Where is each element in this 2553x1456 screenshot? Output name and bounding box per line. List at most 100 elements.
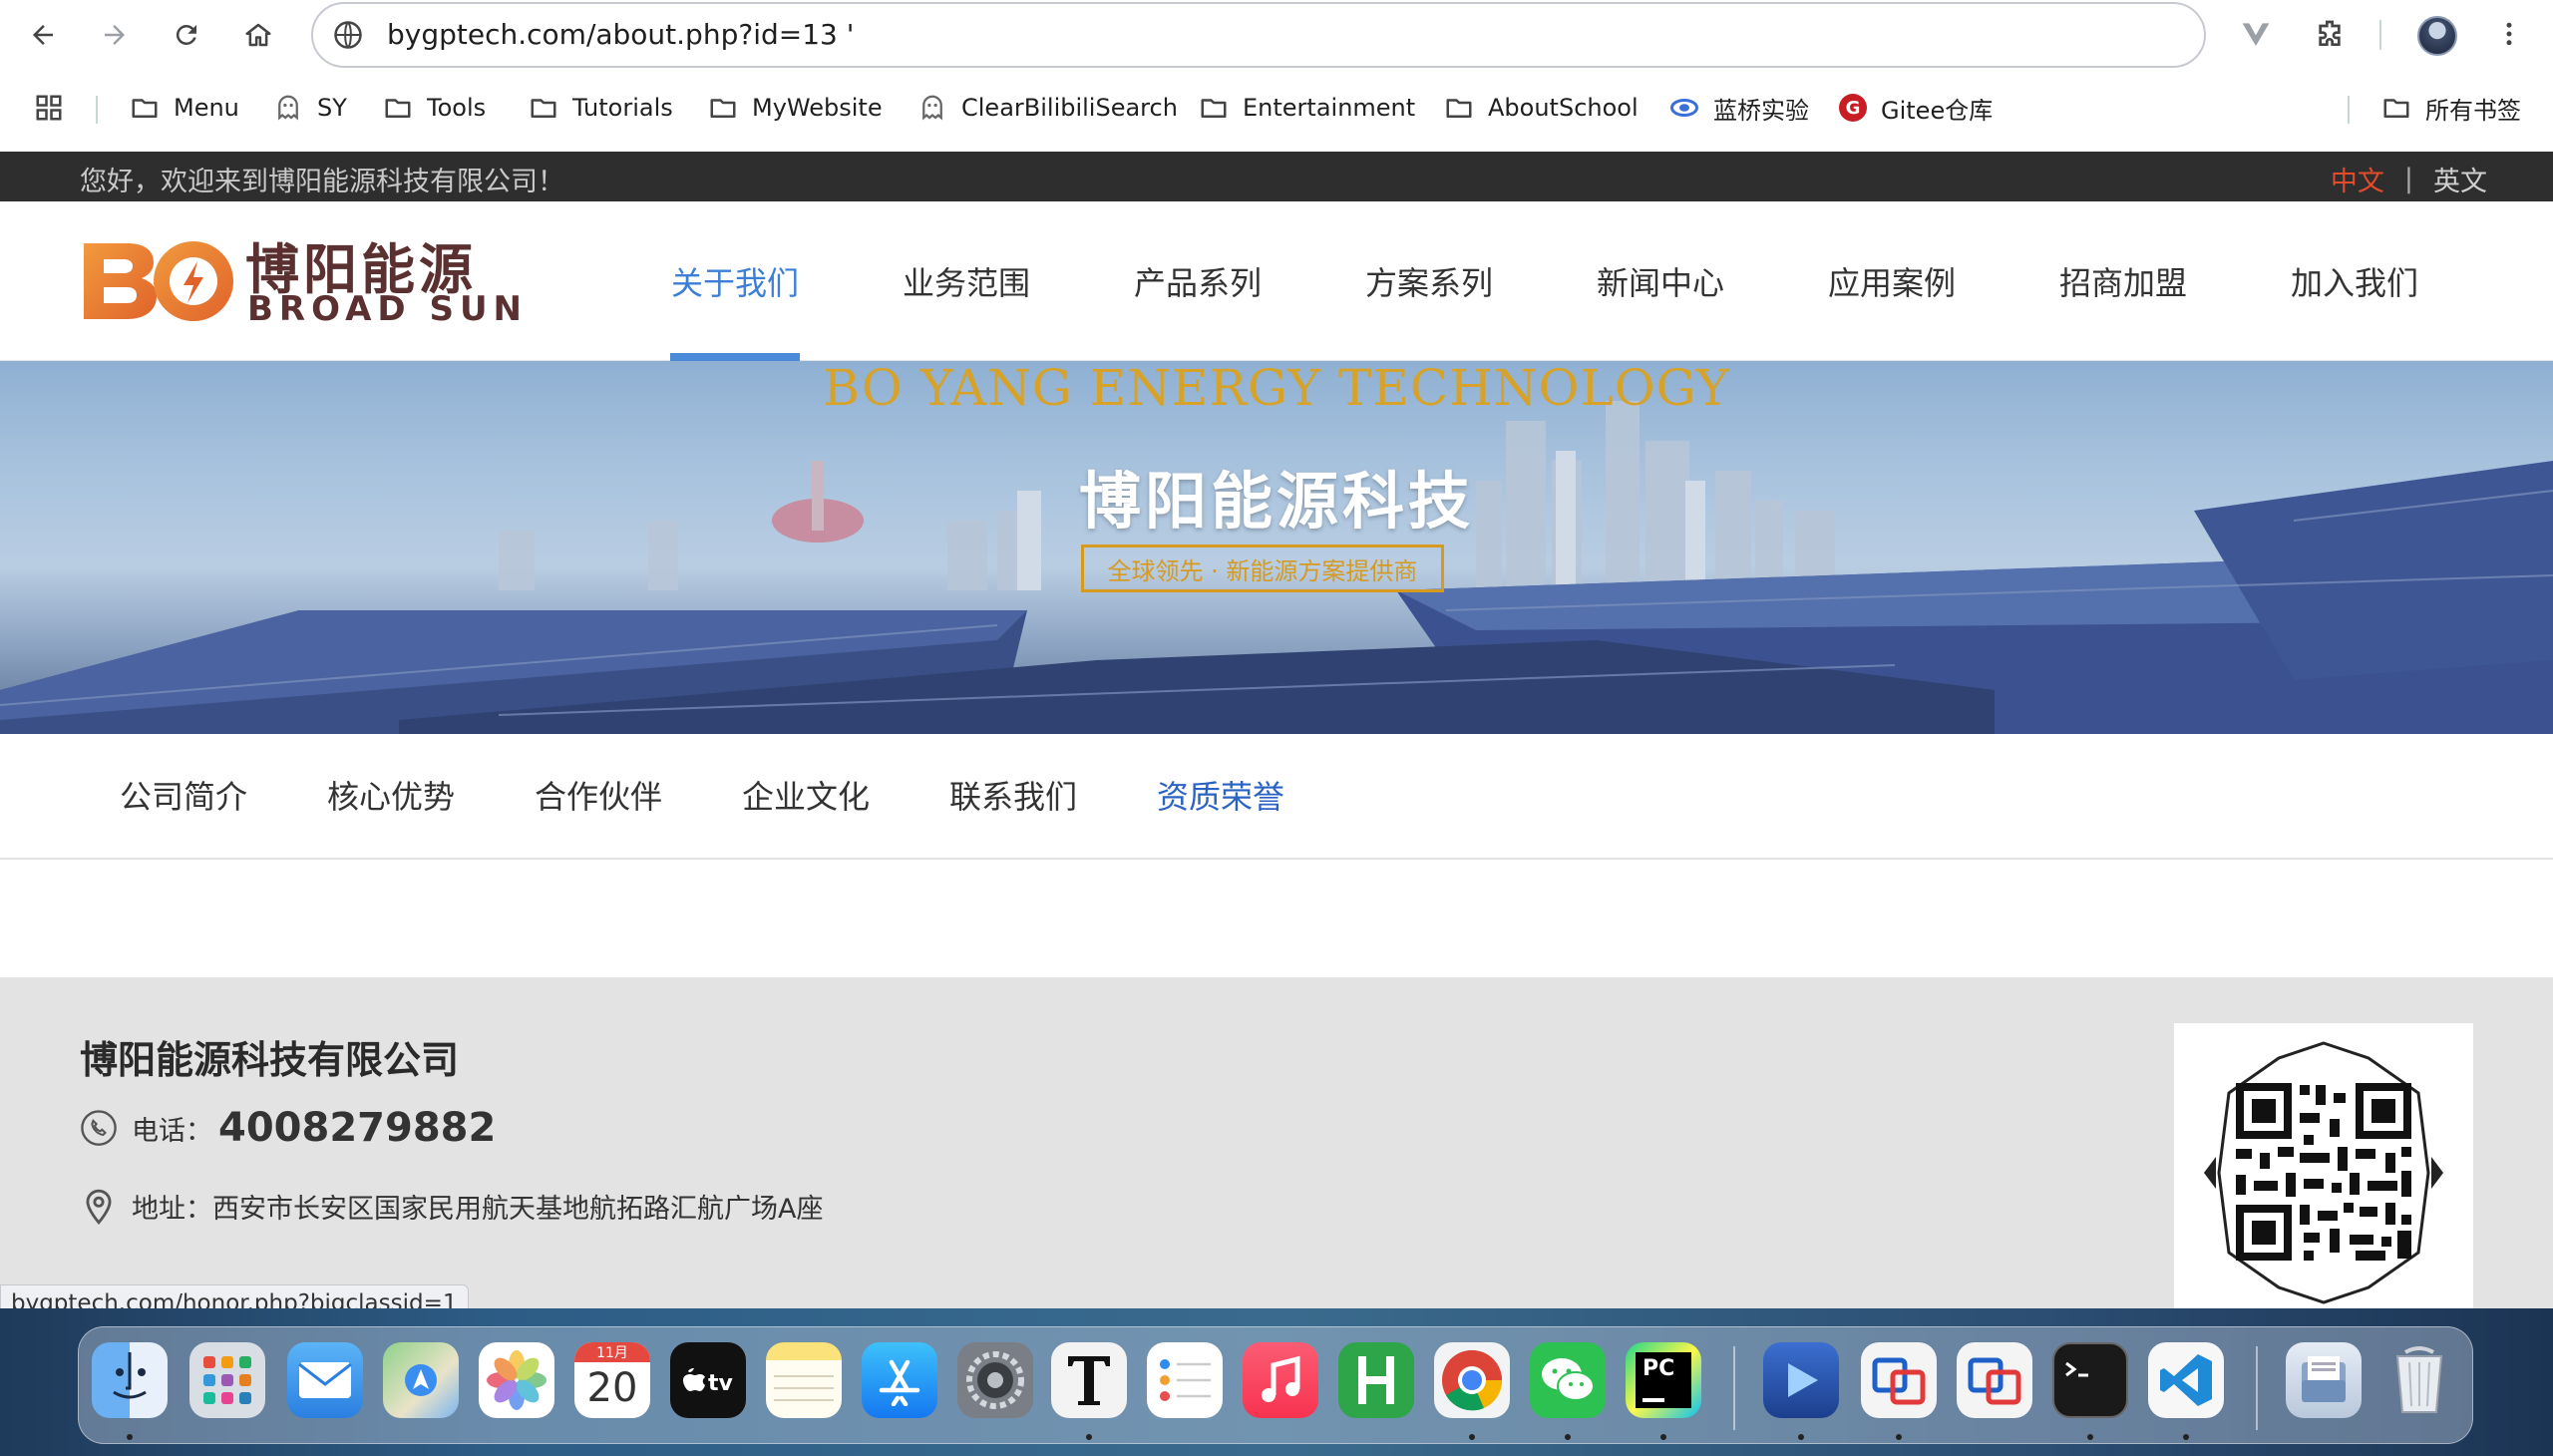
url-text[interactable]: bygptech.com/about.php?id=13 ' [387,18,854,51]
chrome-icon[interactable] [1434,1342,1510,1418]
arrow-left-icon [33,25,53,45]
nav-business-scope[interactable]: 业务范围 [862,201,1093,361]
vmware-fusion-icon[interactable] [1861,1342,1937,1418]
running-indicator [1660,1434,1666,1440]
arrow-right-icon [105,25,125,45]
music-icon[interactable] [1243,1342,1318,1418]
folder-icon [1201,99,1227,118]
quicktime-icon[interactable] [1763,1342,1839,1418]
forward-button[interactable] [92,12,138,58]
location-pin-icon [86,1189,112,1225]
bookmark-lanqiao[interactable]: 蓝桥实验 [1669,88,1809,128]
site-info-icon[interactable] [333,20,363,50]
language-switcher: 中文 | 英文 [2331,160,2487,198]
reload-button[interactable] [164,12,209,58]
maps-icon[interactable] [383,1342,459,1418]
nav-solutions[interactable]: 方案系列 [1324,201,1556,361]
running-indicator [127,1434,133,1440]
footer-company-name: 博阳能源科技有限公司 [80,1038,460,1082]
address-bar[interactable]: bygptech.com/about.php?id=13 ' [311,2,2206,68]
apps-grid-icon [36,95,62,121]
lang-english-link[interactable]: 英文 [2433,160,2487,198]
subnav-company-profile[interactable]: 公司简介 [120,772,247,818]
folder-icon [1446,99,1472,118]
nav-products[interactable]: 产品系列 [1093,201,1324,361]
bookmark-entertainment[interactable]: Entertainment [1199,88,1415,128]
home-button[interactable] [235,12,281,58]
lang-chinese-link[interactable]: 中文 [2331,160,2384,198]
banner-tagline: 全球领先 · 新能源方案提供商 [1081,545,1444,592]
subnav-honors[interactable]: 资质荣誉 [1157,772,1284,818]
extensions-button[interactable] [2310,14,2350,54]
mail-icon[interactable] [287,1342,363,1418]
typora-icon[interactable] [1051,1342,1127,1418]
nav-franchise[interactable]: 招商加盟 [2018,201,2250,361]
calendar-icon[interactable]: 11月 20 [574,1342,650,1418]
bookmark-sy[interactable]: SY [273,88,347,128]
profile-avatar[interactable] [2417,16,2457,56]
downloads-folder-icon[interactable] [2286,1342,2362,1418]
running-indicator [1086,1434,1092,1440]
bookmark-menu[interactable]: Menu [130,88,239,128]
apple-tv-icon[interactable]: tv [670,1342,746,1418]
ghost-icon [278,95,298,121]
extension-v-button[interactable] [2236,14,2276,54]
footer-phone: 电话： 4008279882 [80,1105,496,1151]
welcome-bar: 您好，欢迎来到博阳能源科技有限公司！ 中文 | 英文 [0,152,2553,201]
app-store-icon[interactable] [862,1342,937,1418]
running-indicator [1798,1434,1804,1440]
browser-menu-button[interactable] [2489,14,2529,54]
finder-icon[interactable] [92,1342,168,1418]
folder-icon [710,99,736,118]
vmware-icon[interactable] [1957,1342,2032,1418]
subnav-corporate-culture[interactable]: 企业文化 [742,772,870,818]
nav-join-us[interactable]: 加入我们 [2250,201,2481,361]
pycharm-icon[interactable]: PC [1626,1342,1701,1418]
trash-icon[interactable] [2381,1342,2457,1418]
running-indicator [1896,1434,1902,1440]
lang-separator: | [2403,164,2413,194]
bookmark-tutorials[interactable]: Tutorials [529,88,673,128]
folder-icon [531,99,556,118]
hero-banner: BO YANG ENERGY TECHNOLOGY 博阳能源科技 全球领先 · … [0,361,2553,734]
running-indicator [1565,1434,1571,1440]
hbuilder-icon[interactable] [1338,1342,1414,1418]
bookmark-aboutschool[interactable]: AboutSchool [1444,88,1639,128]
nav-cases[interactable]: 应用案例 [1787,201,2018,361]
logo-english-text[interactable]: BROAD SUN [247,289,528,329]
all-bookmarks-button[interactable]: 所有书签 [2381,88,2521,128]
terminal-icon[interactable] [2052,1342,2128,1418]
phone-number: 4008279882 [218,1105,497,1151]
subnav-partners[interactable]: 合作伙伴 [535,772,662,818]
reminders-icon[interactable] [1147,1342,1223,1418]
system-settings-icon[interactable] [957,1342,1033,1418]
broad-sun-logo-icon[interactable] [80,235,239,327]
phone-icon [81,1110,117,1146]
bookmark-tools[interactable]: Tools [383,88,486,128]
notes-icon[interactable] [766,1342,842,1418]
vscode-icon[interactable] [2148,1342,2224,1418]
welcome-text: 您好，欢迎来到博阳能源科技有限公司！ [80,167,564,197]
bookmark-clearbilibilisearch[interactable]: ClearBilibiliSearch [917,88,1178,128]
about-subnav: 公司简介 核心优势 合作伙伴 企业文化 联系我们 资质荣誉 [0,734,2553,860]
svg-text:tv: tv [708,1371,734,1395]
browser-chrome: bygptech.com/about.php?id=13 ' Menu SY T… [0,0,2553,152]
web-page: 您好，欢迎来到博阳能源科技有限公司！ 中文 | 英文 博阳能源 BROAD SU… [0,152,2553,1308]
nav-news-center[interactable]: 新闻中心 [1556,201,1787,361]
main-nav: 关于我们 业务范围 产品系列 方案系列 新闻中心 应用案例 招商加盟 加入我们 [630,201,2481,361]
apps-button[interactable] [34,88,64,128]
toolbar-divider [2379,20,2381,50]
wechat-icon[interactable] [1530,1342,1606,1418]
photos-icon[interactable] [479,1342,554,1418]
launchpad-icon[interactable] [189,1342,265,1418]
running-indicator [1469,1434,1475,1440]
site-footer: 博阳能源科技有限公司 电话： 4008279882 地址： 西安市长安区国家民用… [0,977,2553,1308]
subnav-contact-us[interactable]: 联系我们 [949,772,1077,818]
dock-separator [1733,1346,1735,1430]
bookmark-mywebsite[interactable]: MyWebsite [708,88,883,128]
bookmark-gitee[interactable]: G Gitee仓库 [1839,88,1993,128]
nav-about-us[interactable]: 关于我们 [630,201,862,361]
footer-address: 地址： 西安市长安区国家民用航天基地航拓路汇航广场A座 [80,1187,823,1226]
subnav-core-advantages[interactable]: 核心优势 [327,772,455,818]
back-button[interactable] [20,12,66,58]
